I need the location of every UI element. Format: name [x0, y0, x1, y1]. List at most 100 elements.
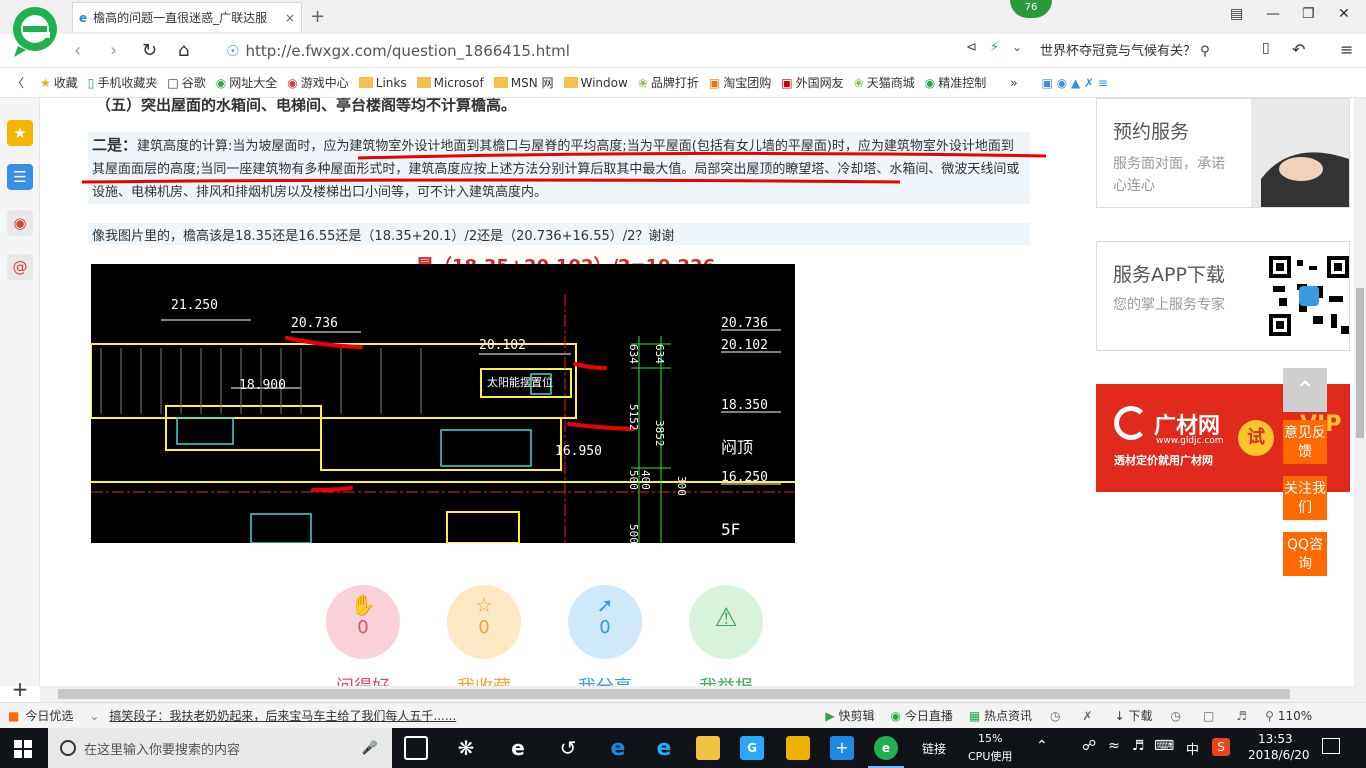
cad-label: 16.950 — [555, 444, 602, 459]
lightning-icon[interactable]: ⚡ — [990, 40, 999, 55]
active-browser-icon[interactable]: e — [874, 736, 898, 760]
history-icon[interactable]: ◷ — [1170, 709, 1180, 723]
menu-icon[interactable]: ≡ — [1340, 40, 1353, 59]
share-icon[interactable]: ⊲ — [966, 40, 977, 55]
bookmark-sites[interactable]: ◉ 网址大全 — [216, 74, 278, 91]
zoom-icon[interactable]: ⚲ — [1265, 709, 1274, 723]
windows-start-icon[interactable] — [14, 740, 32, 758]
microphone-icon[interactable]: 🎤 — [362, 741, 378, 756]
vertical-scrollbar[interactable] — [1354, 98, 1366, 686]
feedback-button[interactable]: 意见反馈 — [1283, 420, 1327, 464]
window-icon[interactable]: □ — [1203, 709, 1214, 723]
undo-icon[interactable]: ↶ — [1292, 40, 1305, 59]
close-tab-icon[interactable]: × — [285, 11, 295, 25]
chevron-up-icon[interactable]: ⌃ — [1036, 738, 1048, 754]
refresh-icon[interactable]: ↻ — [142, 40, 157, 61]
bookmark-tmall[interactable]: ❀ 天猫商城 — [854, 74, 915, 91]
new-tab-button[interactable]: + — [310, 6, 325, 27]
network-icon[interactable]: ☍ — [1082, 738, 1096, 754]
close-window-icon[interactable]: ✕ — [1338, 6, 1350, 22]
bookmark-taobao[interactable]: ▣ 淘宝团购 — [709, 74, 771, 91]
restore-icon[interactable]: ❐ — [1302, 6, 1315, 22]
url-field[interactable]: ☉ http://e.fwxgx.com/question_1866415.ht… — [226, 40, 966, 62]
bookmark-foreign[interactable]: ▣ 外国网友 — [781, 74, 843, 91]
windows-taskbar: 在这里输入你要搜索的内容 🎤 ❋ e ↺ e e G + e 链接 15% CP… — [0, 728, 1366, 768]
spiral-app-icon[interactable]: ↺ — [556, 736, 580, 760]
bookmark-collect[interactable]: ★ 收藏 — [40, 74, 78, 91]
news-headline[interactable]: 搞笑段子：我扶老奶奶起来，后来宝马车主给了我们每人五千...... — [109, 707, 469, 724]
forward-icon[interactable]: › — [110, 40, 117, 61]
browser-tab[interactable]: e 檐高的问题一直很迷惑_广联达服 × — [72, 2, 302, 32]
ime-indicator[interactable]: 中 — [1186, 739, 1199, 758]
circle-play-icon: ◉ — [890, 709, 901, 723]
more-bookmarks-icon[interactable]: » — [1010, 76, 1017, 90]
bookmark-games[interactable]: ◉ 游戏中心 — [287, 74, 349, 91]
mute-icon[interactable]: ♬ — [1236, 709, 1247, 723]
bookmark-msn[interactable]: MSN 网 — [493, 74, 554, 91]
chevron-down-icon[interactable]: ⌄ — [89, 709, 99, 723]
ad-try-button[interactable]: 试 — [1238, 420, 1274, 456]
bookmark-mobile[interactable]: ▯ 手机收藏夹 — [88, 74, 158, 91]
keyboard-icon[interactable]: ⌨ — [1154, 738, 1174, 754]
internet-explorer-icon[interactable]: e — [652, 736, 676, 761]
ie-app-icon[interactable]: e — [506, 736, 530, 760]
taskbar-search[interactable]: 在这里输入你要搜索的内容 🎤 — [48, 728, 392, 768]
task-view-icon[interactable] — [404, 736, 428, 760]
edge-app-icon[interactable]: e — [606, 736, 630, 761]
fan-app-icon[interactable]: ❋ — [454, 736, 478, 760]
favorites-icon[interactable]: ★ — [7, 120, 33, 146]
volume-icon[interactable]: ♬ — [1132, 738, 1145, 754]
good-question-button[interactable]: ✋ 0 — [326, 585, 400, 659]
bookmark-links[interactable]: Links — [358, 76, 407, 90]
back-to-top-button[interactable]: ⌃ — [1283, 368, 1327, 412]
sogou-icon[interactable]: S — [1212, 738, 1230, 756]
bookmark-windows[interactable]: Window — [563, 76, 628, 90]
g-app-icon[interactable]: G — [740, 736, 764, 760]
clock-date[interactable]: 2018/6/20 — [1248, 748, 1310, 762]
search-input[interactable]: 世界杯夺冠竟与气候有关？ ⚲ — [1040, 40, 1240, 62]
phone-icon[interactable]: ▯ — [1262, 40, 1270, 56]
shirt-icon[interactable]: ▤ — [1230, 6, 1243, 22]
search-icon[interactable]: ⚲ — [1200, 44, 1210, 59]
chevron-down-icon[interactable]: ⌄ — [1012, 40, 1022, 54]
link-label[interactable]: 链接 — [922, 740, 946, 757]
weibo-icon[interactable]: ◉ — [7, 210, 33, 236]
reading-list-icon[interactable]: ☰ — [7, 164, 33, 190]
notes-app-icon[interactable] — [786, 736, 810, 760]
collapse-sidebar-icon[interactable]: 〈 — [12, 74, 24, 91]
appointment-card[interactable]: 预约服务 服务面对面，承诺心连心 — [1096, 98, 1350, 208]
back-icon[interactable]: ‹ — [74, 40, 81, 61]
share-button[interactable]: ➚ 0 — [568, 585, 642, 659]
follow-us-button[interactable]: 关注我们 — [1283, 476, 1327, 520]
card-title: 服务APP下载 — [1113, 264, 1225, 286]
horizontal-scrollbar[interactable] — [40, 686, 1366, 702]
plus-app-icon[interactable]: + — [830, 736, 854, 760]
today-picks[interactable]: 今日优选 — [25, 707, 73, 724]
app-download-card[interactable]: 服务APP下载 您的掌上服务专家 — [1096, 241, 1350, 351]
live-item[interactable]: ◉ 今日直播 — [891, 707, 953, 724]
clock-time[interactable]: 13:53 — [1258, 732, 1293, 746]
extension-icons[interactable]: ▣ ◉ ▲ ✗ ≡ — [1042, 76, 1108, 90]
speed-icon[interactable]: ◷ — [1050, 709, 1060, 723]
hot-news-item[interactable]: ▦ 热点资讯 — [969, 707, 1032, 724]
notification-icon[interactable] — [1322, 738, 1340, 754]
file-explorer-icon[interactable] — [696, 736, 720, 760]
chat-icon: ◉ — [924, 75, 936, 90]
home-icon[interactable]: ⌂ — [178, 40, 189, 61]
wifi-icon[interactable]: ≈ — [1108, 738, 1120, 754]
quick-edit-item[interactable]: ▶ 快剪辑 — [825, 707, 874, 724]
email-icon[interactable]: @ — [7, 254, 33, 280]
notification-badge[interactable]: 76 — [1010, 0, 1052, 18]
qq-consult-button[interactable]: QQ咨询 — [1283, 532, 1327, 576]
favorite-button[interactable]: ☆ 0 — [447, 585, 521, 659]
bookmark-google[interactable]: □ 谷歌 — [167, 74, 205, 91]
tools-icon[interactable]: ✗ — [1083, 709, 1093, 723]
add-icon[interactable]: + — [7, 676, 33, 702]
minimize-icon[interactable]: — — [1266, 6, 1280, 22]
bookmark-microsoft[interactable]: Microsof — [416, 76, 484, 90]
bookmark-precise[interactable]: ◉ 精准控制 — [925, 74, 987, 91]
zoom-level[interactable]: 110% — [1278, 709, 1312, 723]
download-item[interactable]: ↓ 下载 — [1115, 707, 1153, 724]
bookmark-brand[interactable]: ❀ 品牌打折 — [638, 74, 699, 91]
report-button[interactable]: ⚠ — [689, 585, 763, 659]
